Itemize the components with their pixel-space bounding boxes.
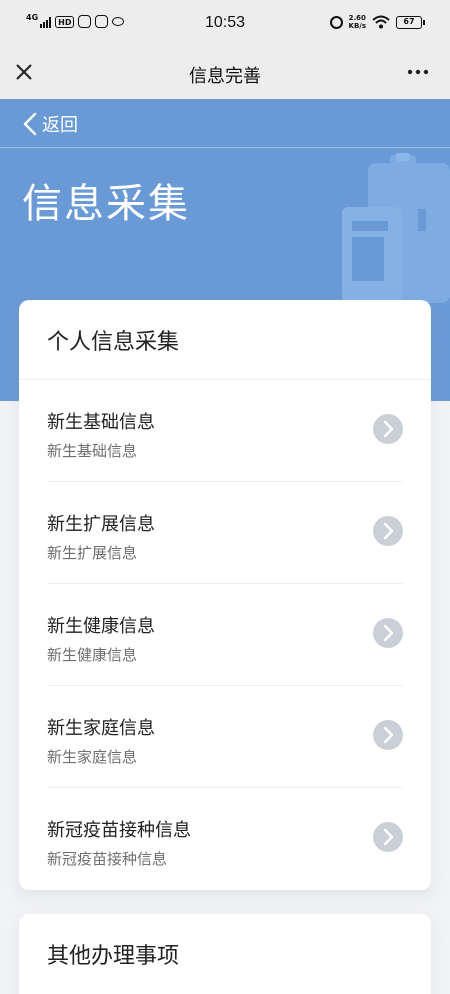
list-item-vaccine-info[interactable]: 新冠疫苗接种信息 新冠疫苗接种信息 — [47, 788, 403, 890]
chevron-left-icon — [23, 112, 37, 136]
item-subtitle: 新生扩展信息 — [47, 544, 138, 562]
other-items-card: 其他办理事项 — [19, 914, 431, 994]
page-title: 信息采集 — [22, 181, 190, 227]
chevron-right-icon[interactable] — [373, 720, 403, 750]
item-title: 新冠疫苗接种信息 — [47, 820, 191, 841]
network-speed: 2.60 KB/s — [349, 14, 366, 30]
nav-title: 信息完善 — [189, 66, 261, 87]
speed-value: 2.60 — [348, 14, 366, 22]
back-button[interactable]: 返回 — [22, 111, 78, 137]
item-subtitle: 新生基础信息 — [47, 442, 138, 460]
list-item-family-info[interactable]: 新生家庭信息 新生家庭信息 — [47, 686, 403, 788]
clipboard-illustration-icon — [342, 153, 450, 303]
speed-unit: KB/s — [348, 22, 366, 30]
status-bar: 4G HD 10:53 2.60 KB/s 67 — [0, 0, 450, 48]
chevron-right-icon[interactable] — [373, 618, 403, 648]
item-title: 新生家庭信息 — [47, 718, 155, 739]
alarm-icon — [329, 15, 343, 29]
wifi-icon — [372, 15, 390, 29]
list-item-health-info[interactable]: 新生健康信息 新生健康信息 — [47, 584, 403, 686]
battery-icon: 67 — [396, 15, 425, 29]
header-divider — [0, 147, 450, 148]
item-title: 新生扩展信息 — [47, 514, 155, 535]
card-heading: 其他办理事项 — [47, 944, 180, 969]
nav-bar: 信息完善 — [0, 48, 450, 99]
item-subtitle: 新冠疫苗接种信息 — [47, 850, 168, 868]
chevron-right-icon[interactable] — [373, 822, 403, 852]
item-title: 新生基础信息 — [47, 412, 155, 433]
item-subtitle: 新生健康信息 — [47, 646, 138, 664]
list-item-basic-info[interactable]: 新生基础信息 新生基础信息 — [47, 380, 403, 482]
chevron-right-icon[interactable] — [373, 414, 403, 444]
back-label: 返回 — [42, 115, 78, 136]
status-right: 2.60 KB/s 67 — [329, 14, 425, 30]
chevron-right-icon[interactable] — [373, 516, 403, 546]
card-heading: 个人信息采集 — [19, 300, 431, 380]
list-item-extended-info[interactable]: 新生扩展信息 新生扩展信息 — [47, 482, 403, 584]
more-icon[interactable] — [406, 60, 430, 84]
item-title: 新生健康信息 — [47, 616, 155, 637]
item-subtitle: 新生家庭信息 — [47, 748, 138, 766]
personal-info-card: 个人信息采集 新生基础信息 新生基础信息 新生扩展信息 新生扩展信息 新生健康信… — [19, 300, 431, 890]
